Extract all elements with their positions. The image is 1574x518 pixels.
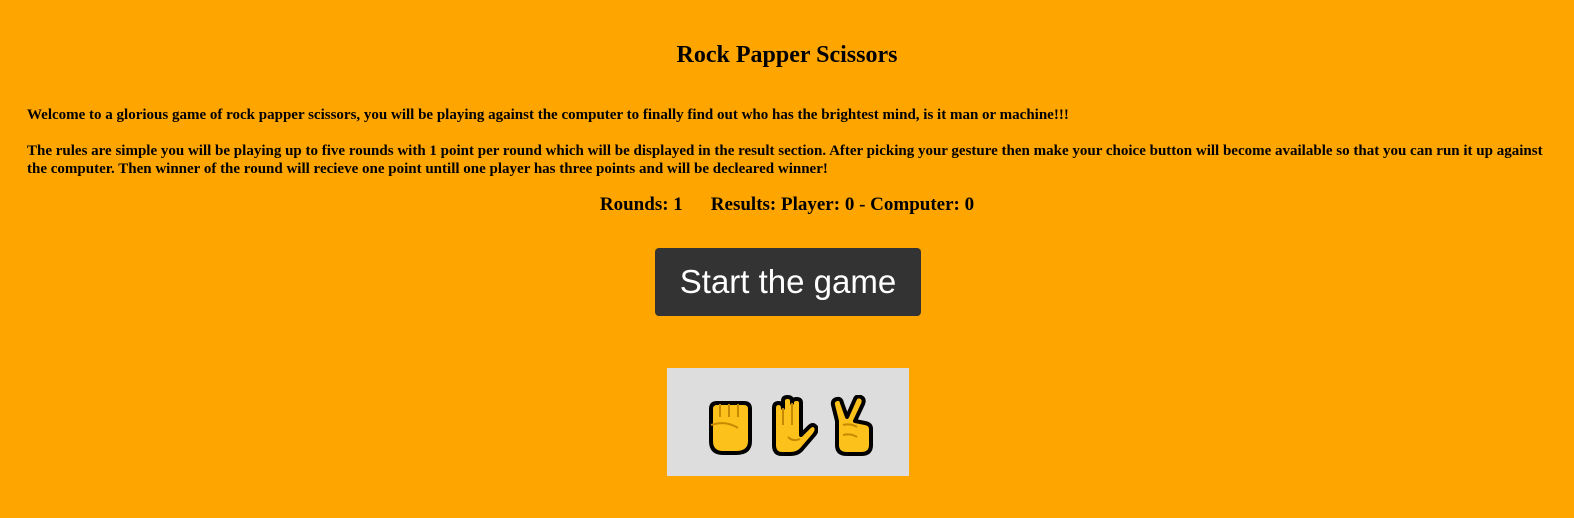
gesture-panel bbox=[667, 368, 909, 476]
results-display: Results: Player: 0 - Computer: 0 bbox=[710, 194, 975, 215]
rock-button[interactable] bbox=[704, 395, 756, 457]
raised-hand-icon bbox=[772, 395, 818, 456]
raised-fist-icon bbox=[709, 401, 752, 455]
paper-button[interactable] bbox=[766, 395, 818, 457]
scissors-button[interactable] bbox=[829, 395, 875, 457]
start-game-button[interactable]: Start the game bbox=[655, 248, 921, 316]
welcome-text: Welcome to a glorious game of rock pappe… bbox=[27, 107, 1069, 123]
victory-hand-icon bbox=[830, 395, 873, 456]
score-row: Rounds: 1 Results: Player: 0 - Computer: … bbox=[0, 194, 1574, 216]
page-title: Rock Papper Scissors bbox=[676, 42, 898, 68]
rounds-counter: Rounds: 1 bbox=[599, 194, 683, 215]
rules-text: The rules are simple you will be playing… bbox=[27, 143, 1543, 177]
